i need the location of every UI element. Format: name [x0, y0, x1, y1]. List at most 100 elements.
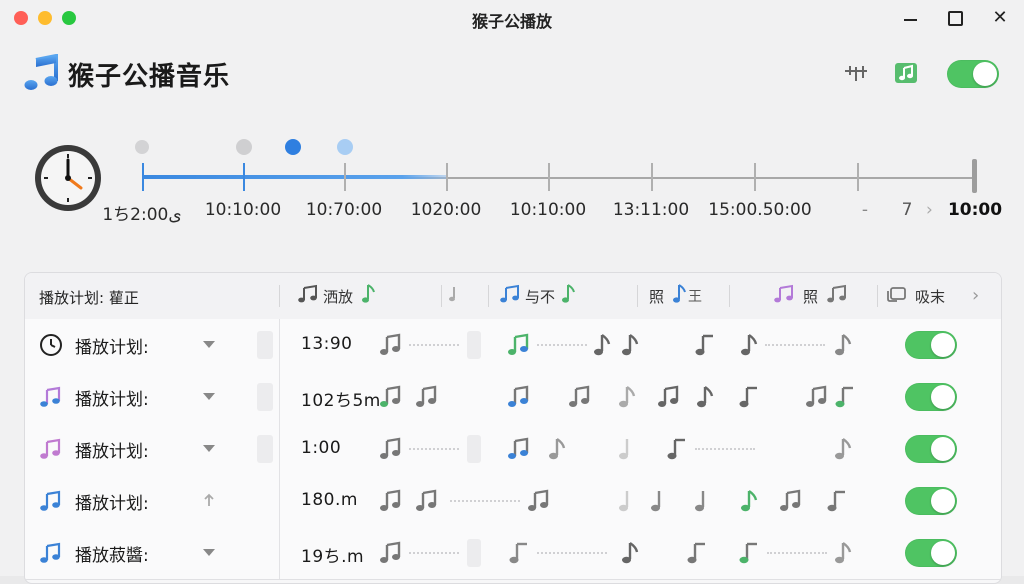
music-note-icon	[780, 489, 801, 511]
chevron-down-icon[interactable]	[202, 389, 216, 403]
clock-icon	[35, 145, 101, 211]
music-note-icon	[739, 386, 757, 408]
music-note-icon	[361, 283, 375, 309]
timeline-label: -	[861, 200, 869, 220]
arrow-up-icon[interactable]	[202, 493, 216, 507]
row-label: 播放计划:	[75, 338, 149, 358]
music-note-icon	[380, 489, 401, 511]
row-label: 播放计划:	[75, 494, 149, 514]
equalizer-icon[interactable]	[843, 62, 869, 84]
row-time: 19ち.m	[301, 547, 365, 567]
row-slot[interactable]	[467, 435, 481, 463]
row-toggle[interactable]	[905, 539, 957, 567]
music-note-icon	[651, 491, 661, 512]
header-divider	[729, 285, 730, 307]
music-note-icon	[528, 489, 549, 511]
music-note-icon	[416, 385, 437, 407]
music-note-icon	[594, 334, 611, 356]
row-handle[interactable]	[257, 435, 273, 463]
music-note-icon	[380, 333, 401, 355]
music-note-icon	[40, 542, 61, 563]
music-note-icon	[380, 541, 401, 563]
timeline-marker[interactable]	[337, 139, 353, 155]
music-note-icon	[835, 542, 852, 564]
header-col-2[interactable]	[448, 283, 460, 309]
music-note-icon	[499, 284, 521, 308]
table-row[interactable]: 播放计划: 13:90	[25, 319, 1001, 372]
row-divider	[279, 423, 280, 475]
timeline-marker-active[interactable]	[285, 139, 301, 155]
music-note-icon	[739, 542, 757, 564]
music-note-icon	[569, 385, 590, 407]
table-row[interactable]: 播放计划: 1:00	[25, 423, 1001, 476]
music-note-icon	[695, 334, 713, 356]
header-toggle[interactable]	[947, 60, 999, 88]
maximize-button[interactable]	[945, 8, 965, 28]
music-note-icon	[508, 437, 529, 459]
music-note-icon	[416, 489, 437, 511]
music-note-icon	[561, 283, 575, 309]
timeline-tick	[344, 163, 346, 191]
table-row[interactable]: 播放计划: 180.m	[25, 475, 1001, 528]
timeline-label: 1020:00	[410, 200, 482, 220]
row-slot[interactable]	[467, 539, 481, 567]
music-note-icon	[297, 284, 319, 308]
header-col-label: 洒放	[323, 287, 354, 306]
row-time: 1:00	[301, 438, 342, 458]
music-note-icon	[24, 54, 58, 90]
header-divider	[637, 285, 638, 307]
header-col-5[interactable]: 照	[773, 283, 848, 309]
table-row[interactable]: 播放菽醬: 19ち.m	[25, 527, 1001, 580]
row-time: 180.m	[301, 490, 358, 510]
chevron-down-icon[interactable]	[202, 337, 216, 351]
music-note-icon	[619, 386, 636, 408]
row-handle[interactable]	[257, 383, 273, 411]
close-button[interactable]: ✕	[990, 8, 1010, 28]
row-label: 播放计划:	[75, 390, 149, 410]
row-toggle[interactable]	[905, 383, 957, 411]
header-col-1[interactable]: 洒放	[297, 283, 375, 309]
schedule-table: 播放计划: 雚正 洒放 与不 照 王 照 吸末 › 播放计划: 13:90 播放…	[24, 272, 1002, 584]
app-window: 猴子公播放 ✕ 猴子公播音乐 1ちﻯ2:00 10:10:00 10:70:00…	[0, 0, 1024, 584]
header-col-label: 吸末	[915, 287, 946, 306]
chevron-down-icon[interactable]	[202, 441, 216, 455]
row-toggle[interactable]	[905, 487, 957, 515]
header-col-label: 与不	[525, 287, 556, 306]
timeline-label: 10:10:00	[509, 200, 587, 220]
music-note-icon	[508, 385, 529, 407]
row-slot[interactable]	[467, 331, 481, 359]
header-col-6[interactable]: 吸末	[885, 283, 945, 309]
timeline-label: 10:10:00	[204, 200, 282, 220]
music-note-icon	[508, 333, 529, 355]
row-handle[interactable]	[257, 331, 273, 359]
header-col-label: 照	[803, 287, 819, 306]
timeline-tick	[754, 163, 756, 191]
music-note-icon	[619, 491, 629, 512]
header-col-4[interactable]: 照 王	[649, 283, 702, 309]
chevron-down-icon[interactable]	[202, 545, 216, 559]
display-icon	[885, 285, 907, 307]
header-col-3[interactable]: 与不	[499, 283, 575, 309]
timeline-marker[interactable]	[236, 139, 252, 155]
music-note-icon	[40, 438, 61, 459]
music-note-icon	[619, 439, 629, 460]
table-row[interactable]: 播放计划: 102ち5m	[25, 371, 1001, 424]
music-note-icon	[380, 437, 401, 459]
row-toggle[interactable]	[905, 435, 957, 463]
chevron-right-icon[interactable]: ›	[926, 200, 933, 220]
row-time: 13:90	[301, 334, 353, 354]
music-file-icon[interactable]	[892, 60, 920, 86]
table-header: 播放计划: 雚正 洒放 与不 照 王 照 吸末 ›	[25, 273, 1001, 320]
timeline-marker[interactable]	[135, 140, 149, 154]
row-time: 102ち5m	[301, 391, 381, 411]
minimize-button[interactable]	[900, 8, 920, 28]
music-note-icon	[695, 491, 705, 512]
row-toggle[interactable]	[905, 331, 957, 359]
timeline[interactable]: 1ちﻯ2:00 10:10:00 10:70:00 1020:00 10:10:…	[102, 130, 1002, 230]
minimize-icon	[903, 19, 917, 21]
row-divider	[279, 527, 280, 579]
music-note-icon	[827, 490, 845, 512]
row-label: 播放计划:	[75, 442, 149, 462]
timeline-end-handle[interactable]	[972, 159, 977, 193]
chevron-right-icon[interactable]: ›	[972, 285, 979, 306]
